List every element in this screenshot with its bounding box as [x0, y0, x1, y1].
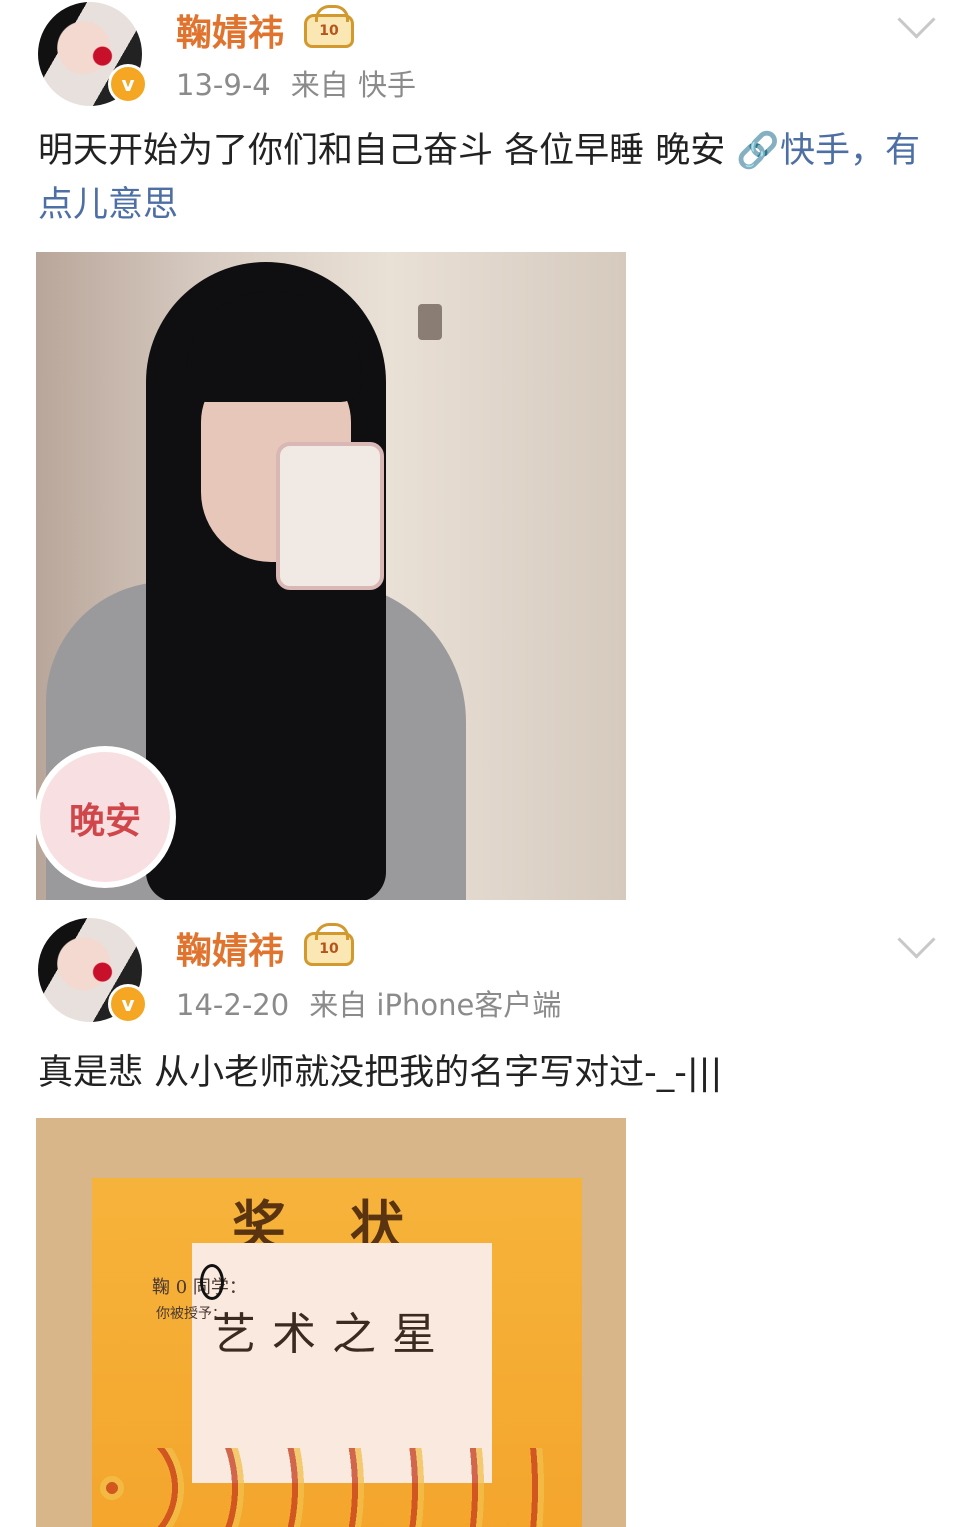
post-date: 14-2-20	[176, 988, 290, 1022]
wall-socket	[418, 304, 442, 340]
circled-zero	[200, 1264, 224, 1300]
stamp-text: 晚安	[68, 801, 141, 842]
post-date: 13-9-4	[176, 68, 271, 102]
verified-icon: v	[108, 64, 148, 104]
post-source[interactable]: 来自 快手	[291, 68, 416, 102]
phone	[276, 442, 384, 590]
vip-crown-icon: 10	[304, 923, 354, 966]
goodnight-stamp: 晚安	[40, 752, 170, 882]
post-text: 明天开始为了你们和自己奋斗 各位早睡 晚安 🔗快手，有点儿意思	[38, 124, 920, 232]
post-meta: 14-2-20 来自 iPhone客户端	[176, 982, 561, 1024]
post-text: 真是悲 从小老师就没把我的名字写对过-_-|||	[38, 1046, 920, 1100]
certificate-award: 艺术之星	[212, 1309, 452, 1360]
post-image[interactable]: 奖状 鞠 0 同学： 你被授予： 艺术之星	[36, 1118, 626, 1527]
vip-crown-icon: 10	[304, 5, 354, 48]
floral-ornament	[82, 1448, 582, 1527]
post-body: 明天开始为了你们和自己奋斗 各位早睡 晚安	[38, 131, 737, 171]
certificate: 奖状 鞠 0 同学： 你被授予： 艺术之星	[82, 1178, 582, 1527]
username[interactable]: 鞠婧祎	[176, 4, 284, 56]
post-body: 真是悲 从小老师就没把我的名字写对过-_-|||	[38, 1053, 723, 1093]
post-source[interactable]: 来自 iPhone客户端	[309, 988, 561, 1022]
chevron-down-icon[interactable]	[897, 920, 936, 959]
username[interactable]: 鞠婧祎	[176, 922, 284, 974]
post-meta: 13-9-4 来自 快手	[176, 62, 416, 104]
verified-icon: v	[108, 984, 148, 1024]
post-image[interactable]: 晚安	[36, 252, 626, 900]
chevron-down-icon[interactable]	[897, 0, 936, 39]
